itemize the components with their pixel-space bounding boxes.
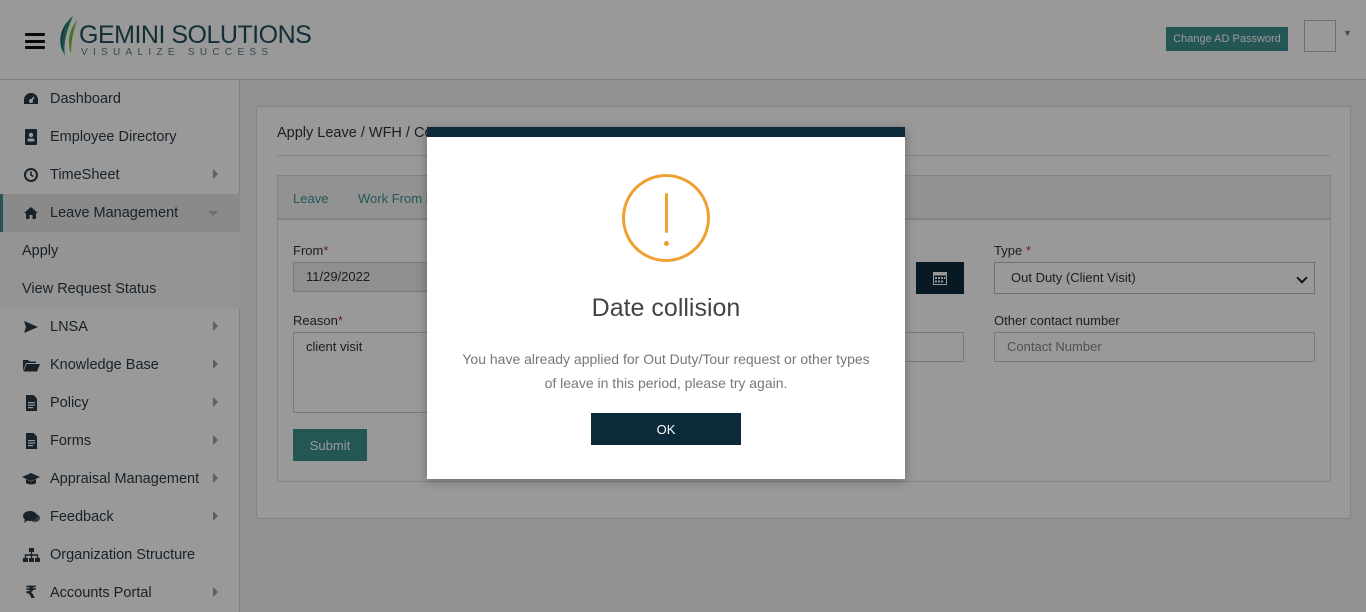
warning-icon-bar — [665, 193, 668, 233]
dialog-message: You have already applied for Out Duty/To… — [462, 351, 870, 391]
warning-icon — [622, 174, 710, 262]
dialog-title: Date collision — [591, 294, 741, 322]
warning-icon-dot — [664, 241, 669, 246]
date-collision-dialog: Date collision You have already applied … — [427, 127, 905, 479]
ok-button[interactable]: OK — [591, 413, 741, 445]
dialog-top-bar — [427, 127, 905, 137]
